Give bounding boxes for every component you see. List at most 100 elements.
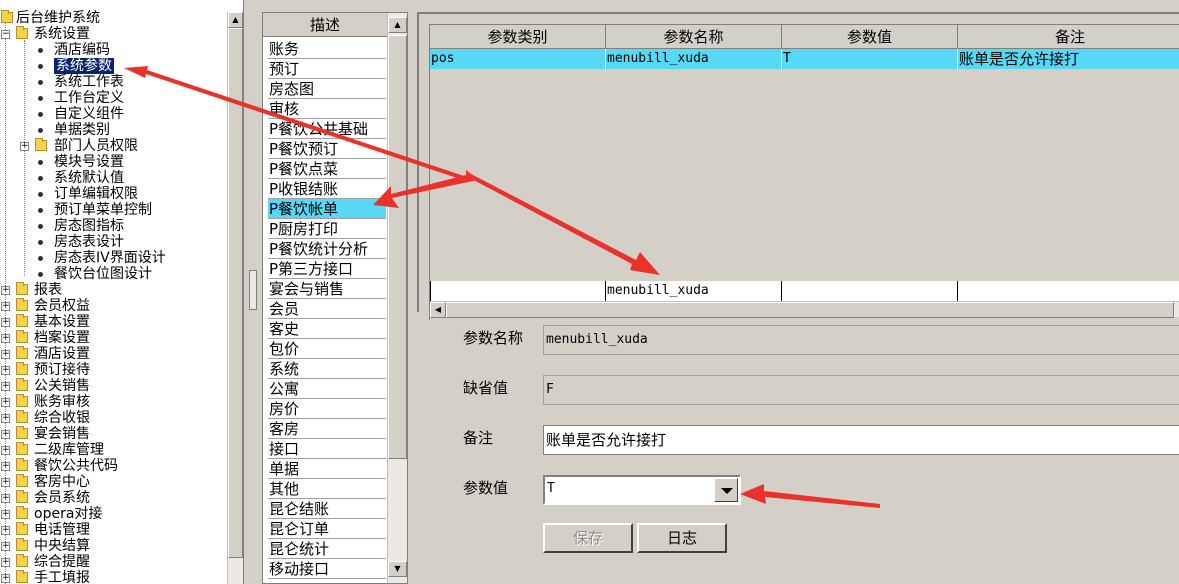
expand-icon[interactable]: + xyxy=(1,398,10,407)
list-item[interactable]: 客史 xyxy=(268,319,386,339)
list-item[interactable]: 其他 xyxy=(268,479,386,499)
expand-icon[interactable]: + xyxy=(1,526,10,535)
list-item[interactable]: 审核 xyxy=(268,99,386,119)
list-scrollbar[interactable]: ▲ ▼ xyxy=(387,13,407,583)
expand-icon[interactable]: + xyxy=(1,510,10,519)
expand-icon[interactable]: + xyxy=(1,318,10,327)
tree-node-label: 手工填报 xyxy=(34,570,90,584)
log-button[interactable]: 日志 xyxy=(637,523,727,553)
list-item[interactable]: 客房 xyxy=(268,419,386,439)
col-header-remark[interactable]: 备注 xyxy=(958,25,1179,49)
tree-leaf-label: 系统参数 xyxy=(54,58,114,74)
cell-name[interactable]: menubill_xuda xyxy=(606,281,782,301)
cell-name[interactable]: menubill_xuda xyxy=(606,49,782,69)
expand-icon[interactable]: + xyxy=(1,478,10,487)
expand-icon[interactable]: + xyxy=(1,446,10,455)
folder-icon xyxy=(35,138,47,151)
expand-icon[interactable]: + xyxy=(1,462,10,471)
tree-node-label: 电话管理 xyxy=(34,522,90,538)
expand-icon[interactable]: + xyxy=(1,286,10,295)
expand-icon[interactable]: + xyxy=(1,414,10,423)
folder-icon xyxy=(16,522,28,535)
cell-category[interactable]: pos xyxy=(430,49,606,69)
folder-icon xyxy=(16,314,28,327)
list-item[interactable]: P餐饮点菜 xyxy=(268,159,386,179)
list-item[interactable]: P餐饮帐单 xyxy=(268,199,386,219)
tree-scrollbar[interactable]: ▲ xyxy=(227,12,243,584)
cell-remark[interactable]: 账单是否允许接打 xyxy=(958,49,1179,69)
list-item[interactable]: 包价 xyxy=(268,339,386,359)
list-item[interactable]: 房价 xyxy=(268,399,386,419)
list-item[interactable]: 预订 xyxy=(268,59,386,79)
category-list[interactable]: 描述 账务 预订 房态图 审核 P餐饮公共基础 P餐饮预订 P餐饮点菜 P收银结账 P餐饮帐单 P… xyxy=(262,12,408,584)
table-row[interactable]: pos menubill_xuda T 账单是否允许接打 xyxy=(430,49,1179,69)
param-grid[interactable]: 参数类别 参数名称 参数值 备注 pos menubill_xuda T 账单是… xyxy=(429,24,1179,320)
default-value-field[interactable]: F xyxy=(543,375,1179,405)
cell-remark[interactable] xyxy=(958,281,1179,301)
bullet-icon xyxy=(38,224,43,229)
scroll-up-button[interactable]: ▲ xyxy=(388,17,407,33)
list-item[interactable]: 房态图 xyxy=(268,79,386,99)
list-item[interactable]: 移动接口 xyxy=(268,559,386,579)
expand-icon[interactable]: + xyxy=(1,350,10,359)
tree-leaf-label: 系统工作表 xyxy=(54,74,124,90)
expand-icon[interactable]: + xyxy=(1,494,10,503)
param-form: 参数名称 menubill_xuda 缺省值 F 备注 账单是否允许接打 参数值… xyxy=(417,315,1179,584)
chevron-down-icon[interactable] xyxy=(714,478,738,502)
expand-icon[interactable]: + xyxy=(1,334,10,343)
list-item[interactable]: P第三方接口 xyxy=(268,259,386,279)
cell-category[interactable] xyxy=(430,281,606,301)
list-item[interactable]: 昆仑结账 xyxy=(268,499,386,519)
scroll-thumb[interactable] xyxy=(388,35,407,459)
expand-icon[interactable]: + xyxy=(1,430,10,439)
list-item[interactable]: 公寓 xyxy=(268,379,386,399)
folder-icon xyxy=(16,26,28,39)
scroll-down-button[interactable]: ▼ xyxy=(388,561,407,577)
edit-row[interactable]: menubill_xuda xyxy=(430,281,1179,301)
folder-icon xyxy=(16,490,28,503)
list-item[interactable]: P收银结账 xyxy=(268,179,386,199)
nav-tree[interactable]: 后台维护系统 − 系统设置 酒店编码 系统参数 系统工作表 工作台定义 自定义组件 单据类… xyxy=(0,0,244,584)
expand-icon[interactable]: + xyxy=(1,542,10,551)
folder-icon xyxy=(16,570,28,583)
splitter-handle[interactable] xyxy=(249,270,257,310)
cell-value[interactable] xyxy=(782,281,958,301)
cell-value[interactable]: T xyxy=(782,49,958,69)
param-name-field[interactable]: menubill_xuda xyxy=(543,325,1179,355)
list-item[interactable]: 接口 xyxy=(268,439,386,459)
remark-field[interactable]: 账单是否允许接打 xyxy=(543,425,1179,455)
list-item[interactable]: 宴会与销售 xyxy=(268,279,386,299)
tree-node-label: 客房中心 xyxy=(34,474,90,490)
param-name-label: 参数名称 xyxy=(463,329,524,347)
expand-icon[interactable]: + xyxy=(1,558,10,567)
list-item[interactable]: 昆仑统计 xyxy=(268,539,386,559)
default-value-label: 缺省值 xyxy=(463,379,509,397)
list-item[interactable]: P厨房打印 xyxy=(268,219,386,239)
list-item[interactable]: P餐饮统计分析 xyxy=(268,239,386,259)
expand-icon[interactable]: + xyxy=(1,366,10,375)
param-value-select[interactable]: T xyxy=(543,475,741,505)
list-item[interactable]: 单据 xyxy=(268,459,386,479)
expand-icon[interactable]: + xyxy=(1,574,10,583)
list-item[interactable]: 昆仑订单 xyxy=(268,519,386,539)
list-item[interactable]: 会员 xyxy=(268,299,386,319)
list-item[interactable]: 账务 xyxy=(268,39,386,59)
expand-icon[interactable]: + xyxy=(1,302,10,311)
expand-icon[interactable]: + xyxy=(1,382,10,391)
scroll-up-button[interactable]: ▲ xyxy=(228,12,243,28)
save-button[interactable]: 保存 xyxy=(543,523,633,553)
col-header-category[interactable]: 参数类别 xyxy=(430,25,606,49)
list-item[interactable]: 系统 xyxy=(268,359,386,379)
scroll-thumb[interactable] xyxy=(228,28,243,558)
folder-icon xyxy=(16,410,28,423)
tree-leaf-label: 单据类别 xyxy=(54,122,110,138)
col-header-name[interactable]: 参数名称 xyxy=(606,25,782,49)
tree-node-label: 二级库管理 xyxy=(34,442,104,458)
list-item[interactable]: P餐饮公共基础 xyxy=(268,119,386,139)
tree-node-label: 公关销售 xyxy=(34,378,90,394)
collapse-icon[interactable]: − xyxy=(1,30,10,39)
list-item[interactable]: P餐饮预订 xyxy=(268,139,386,159)
col-header-value[interactable]: 参数值 xyxy=(782,25,958,49)
folder-icon xyxy=(16,426,28,439)
expand-icon[interactable]: + xyxy=(20,142,29,151)
